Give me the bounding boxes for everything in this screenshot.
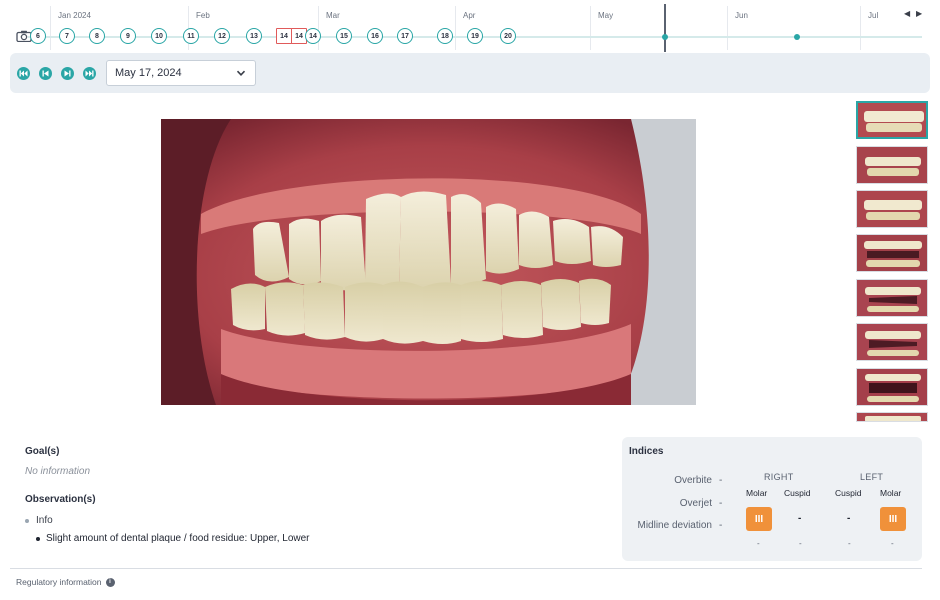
date-select-value: May 17, 2024 bbox=[115, 67, 182, 79]
month-label-jul: Jul bbox=[868, 11, 879, 20]
month-label-apr: Apr bbox=[463, 11, 476, 20]
midline-deviation-value: - bbox=[719, 520, 723, 531]
month-label-may: May bbox=[598, 11, 614, 20]
category-dot-icon bbox=[25, 518, 29, 523]
left-molar-sub-value: - bbox=[891, 539, 894, 548]
photo-thumbnail-frontal[interactable] bbox=[856, 101, 928, 139]
timeline-session-node[interactable]: 17 bbox=[397, 28, 413, 44]
left-cuspid-sub-value: - bbox=[848, 539, 851, 548]
left-molar-class-badge: III bbox=[880, 507, 906, 531]
timeline-current-marker bbox=[664, 4, 666, 52]
right-cuspid-header: Cuspid bbox=[784, 488, 811, 498]
month-divider bbox=[590, 6, 591, 50]
timeline-prev-button[interactable]: ◀ bbox=[904, 9, 910, 18]
chevron-down-icon bbox=[236, 70, 246, 76]
info-icon: i bbox=[105, 577, 115, 587]
right-cuspid-sub-value: - bbox=[799, 539, 802, 548]
left-side-header: LEFT bbox=[860, 472, 884, 482]
overjet-label: Overjet bbox=[679, 498, 712, 509]
bullet-icon bbox=[36, 536, 40, 541]
right-molar-class-badge: III bbox=[746, 507, 772, 531]
timeline-session-node[interactable]: 15 bbox=[336, 28, 352, 44]
skip-last-icon[interactable] bbox=[83, 67, 96, 80]
left-molar-header: Molar bbox=[880, 488, 902, 498]
timeline-session-node-flagged[interactable]: 14 bbox=[276, 28, 292, 44]
timeline-session-node[interactable]: 20 bbox=[500, 28, 516, 44]
observation-item: Slight amount of dental plaque / food re… bbox=[36, 533, 310, 544]
timeline-session-node[interactable]: 11 bbox=[183, 28, 199, 44]
overbite-value: - bbox=[719, 475, 723, 486]
skip-first-icon[interactable] bbox=[17, 67, 30, 80]
timeline-session-node[interactable]: 8 bbox=[89, 28, 105, 44]
month-label-feb: Feb bbox=[196, 11, 210, 20]
month-divider bbox=[455, 6, 456, 50]
photo-thumbnail-right-buccal[interactable] bbox=[856, 146, 928, 184]
observation-category-label: Info bbox=[36, 515, 53, 526]
photo-thumbnail-left-buccal[interactable] bbox=[856, 190, 928, 228]
timeline-session-node[interactable]: 7 bbox=[59, 28, 75, 44]
goals-title: Goal(s) bbox=[25, 446, 60, 457]
timeline-session-node[interactable]: 19 bbox=[467, 28, 483, 44]
timeline-session-node[interactable]: 13 bbox=[246, 28, 262, 44]
timeline-session-node[interactable]: 12 bbox=[214, 28, 230, 44]
timeline-next-button[interactable]: ▶ bbox=[916, 9, 922, 18]
photo-thumbnail-partial[interactable] bbox=[856, 412, 928, 422]
indices-title: Indices bbox=[629, 446, 664, 457]
timeline-session-node[interactable]: 10 bbox=[151, 28, 167, 44]
timeline-dot[interactable] bbox=[662, 34, 668, 40]
month-divider bbox=[860, 6, 861, 50]
timeline: Jan 2024 Feb Mar Apr May Jun Jul ◀ ▶ 6 7… bbox=[0, 0, 940, 52]
month-label-mar: Mar bbox=[326, 11, 340, 20]
observations-title: Observation(s) bbox=[25, 494, 96, 505]
goals-value: No information bbox=[25, 466, 91, 477]
photo-thumbnail-wide-open[interactable] bbox=[856, 368, 928, 406]
month-divider bbox=[727, 6, 728, 50]
regulatory-information-link[interactable]: Regulatory information i bbox=[16, 577, 115, 587]
timeline-dot[interactable] bbox=[794, 34, 800, 40]
right-side-header: RIGHT bbox=[764, 472, 794, 482]
timeline-session-node[interactable]: 6 bbox=[30, 28, 46, 44]
photo-thumbnail-open-left[interactable] bbox=[856, 279, 928, 317]
timeline-session-node[interactable]: 16 bbox=[367, 28, 383, 44]
timeline-session-node[interactable]: 18 bbox=[437, 28, 453, 44]
observation-category: Info bbox=[25, 515, 53, 526]
indices-card: Indices Overbite - Overjet - Midline dev… bbox=[622, 437, 922, 561]
photo-thumbnail-open-right[interactable] bbox=[856, 323, 928, 361]
right-molar-sub-value: - bbox=[757, 539, 760, 548]
intraoral-photo[interactable] bbox=[161, 119, 696, 405]
overbite-label: Overbite bbox=[674, 475, 712, 486]
timeline-session-node[interactable]: 14 bbox=[305, 28, 321, 44]
observation-item-text: Slight amount of dental plaque / food re… bbox=[46, 533, 310, 544]
right-molar-header: Molar bbox=[746, 488, 768, 498]
step-back-icon[interactable] bbox=[39, 67, 52, 80]
left-cuspid-value: - bbox=[847, 513, 851, 524]
month-divider bbox=[50, 6, 51, 50]
left-cuspid-header: Cuspid bbox=[835, 488, 862, 498]
timeline-session-node[interactable]: 9 bbox=[120, 28, 136, 44]
month-label-jan: Jan 2024 bbox=[58, 11, 91, 20]
midline-deviation-label: Midline deviation bbox=[637, 520, 713, 531]
right-cuspid-value: - bbox=[798, 513, 802, 524]
footer-divider bbox=[10, 568, 922, 569]
month-label-jun: Jun bbox=[735, 11, 748, 20]
toolbar: May 17, 2024 bbox=[10, 53, 930, 93]
month-divider bbox=[318, 6, 319, 50]
photo-thumbnail-open-bite[interactable] bbox=[856, 234, 928, 272]
overjet-value: - bbox=[719, 498, 723, 509]
date-select[interactable]: May 17, 2024 bbox=[106, 60, 256, 86]
step-forward-icon[interactable] bbox=[61, 67, 74, 80]
regulatory-information-label: Regulatory information bbox=[16, 577, 102, 587]
